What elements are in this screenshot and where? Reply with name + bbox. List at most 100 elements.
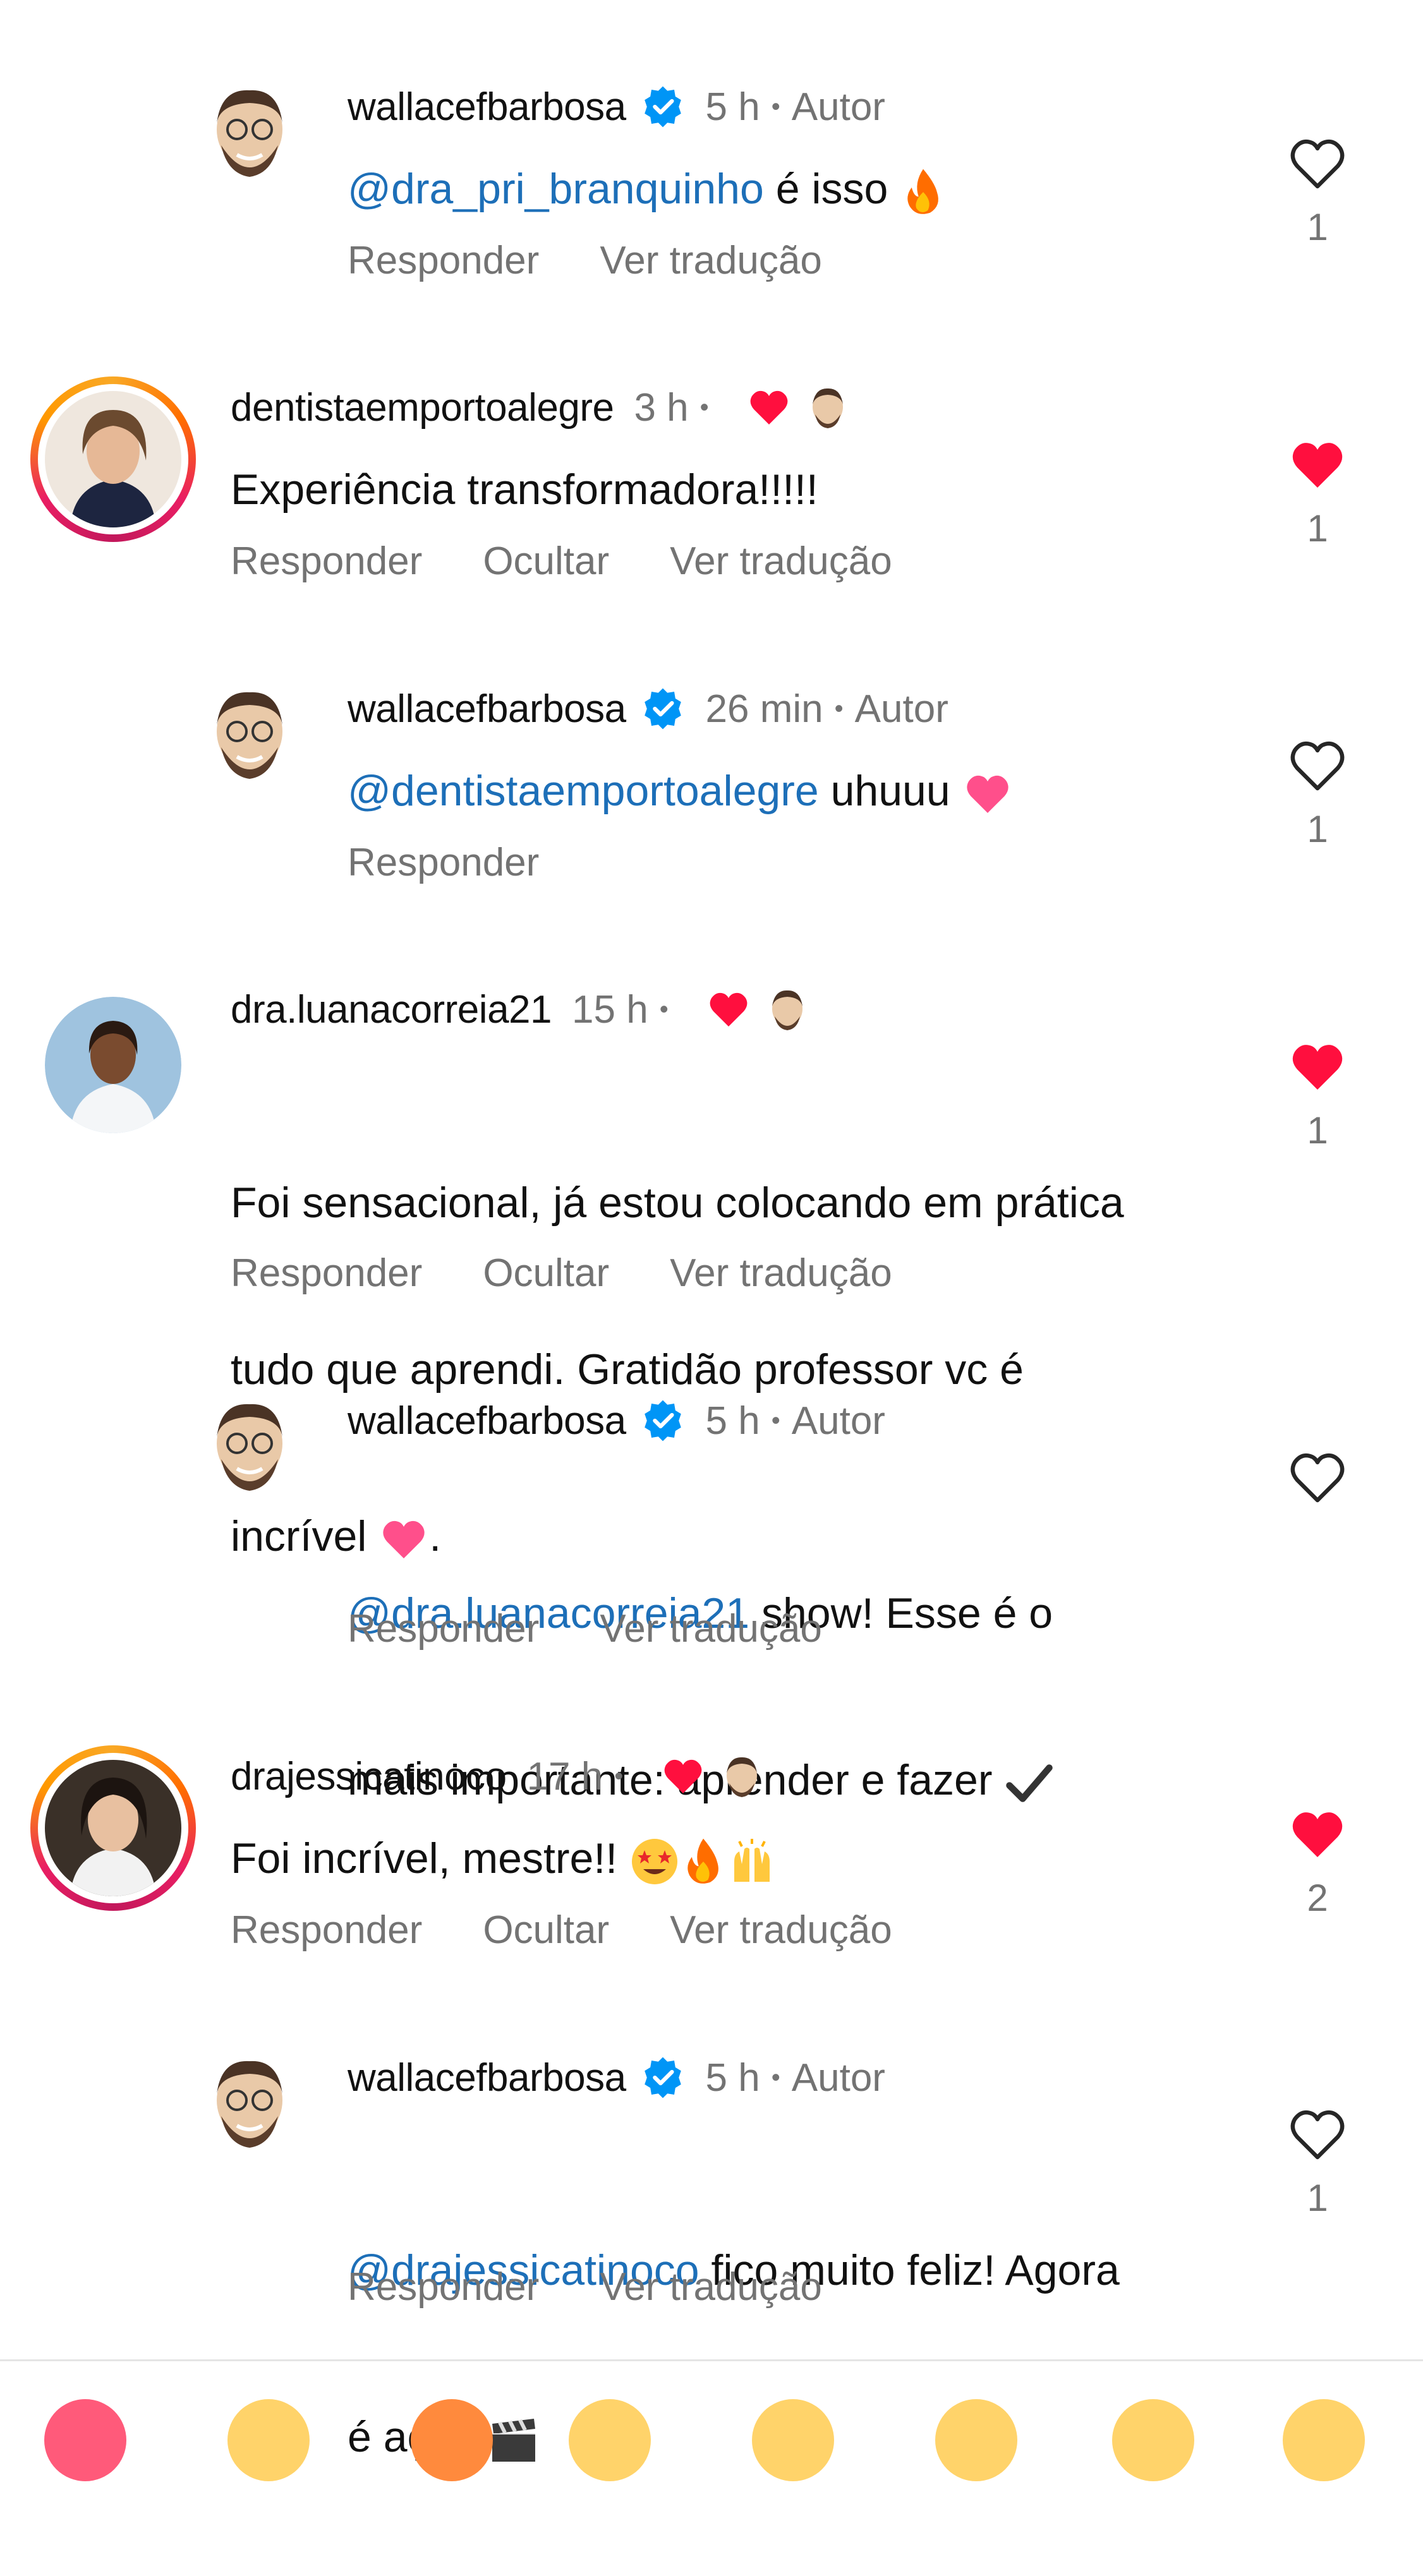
fire-reaction-icon[interactable]	[411, 2399, 493, 2481]
username[interactable]: wallacefbarbosa	[348, 1399, 626, 1443]
comment-text: Experiência transformadora!!!!!	[231, 466, 818, 514]
verified-badge-icon	[644, 2057, 681, 2098]
timestamp: 5 h	[705, 85, 760, 129]
comment-actions: Responder Ver tradução	[348, 1606, 883, 1651]
verified-badge-icon	[644, 688, 681, 730]
timestamp: 3 h	[634, 385, 689, 430]
comment-meta: dentistaemportoalegre 3 h •	[231, 379, 847, 436]
emoji-quick-reaction-bar	[0, 2359, 1423, 2481]
comment-meta: wallacefbarbosa 5 h • Autor	[348, 1392, 885, 1449]
avatar[interactable]	[209, 85, 291, 190]
heart-eyes-reaction-icon[interactable]	[935, 2399, 1017, 2481]
crying-face-reaction-icon[interactable]	[752, 2399, 834, 2481]
author-label: Autor	[791, 1399, 885, 1443]
reply-button[interactable]: Responder	[231, 1251, 422, 1296]
like-control: 2	[1286, 1807, 1349, 1920]
see-translation-button[interactable]: Ver tradução	[600, 238, 822, 283]
username[interactable]: dra.luanacorreia21	[231, 987, 552, 1032]
hide-button[interactable]: Ocultar	[483, 539, 609, 584]
comment-actions: Responder Ocultar Ver tradução	[231, 539, 953, 584]
laughing-face-reaction-icon[interactable]	[1283, 2399, 1365, 2481]
like-count: 1	[1307, 808, 1328, 850]
avatar[interactable]	[209, 1399, 291, 1503]
verified-badge-icon	[644, 1400, 681, 1441]
reply-button[interactable]: Responder	[231, 539, 422, 584]
avatar[interactable]	[209, 687, 291, 791]
like-control: 1	[1286, 136, 1349, 249]
timestamp: 17 h	[526, 1754, 603, 1798]
avatar-story-ring[interactable]	[30, 376, 196, 542]
like-count: 1	[1307, 507, 1328, 550]
timestamp: 26 min	[705, 687, 823, 731]
heart-filled-icon[interactable]	[1287, 1039, 1348, 1095]
reply-button[interactable]: Responder	[348, 2265, 539, 2309]
separator-dot: •	[771, 1406, 780, 1435]
author-label: Autor	[854, 687, 948, 731]
like-count: 1	[1307, 2177, 1328, 2219]
comment-actions: Responder	[348, 840, 600, 885]
separator-dot: •	[771, 2063, 780, 2091]
hide-button[interactable]: Ocultar	[483, 1908, 609, 1953]
username[interactable]: wallacefbarbosa	[348, 2055, 626, 2100]
like-control	[1286, 1450, 1349, 1519]
username[interactable]: dentistaemportoalegre	[231, 385, 614, 430]
avatar	[45, 391, 181, 527]
comment-actions: Responder Ocultar Ver tradução	[231, 1251, 953, 1296]
comment-meta: dra.luanacorreia21 15 h •	[231, 981, 806, 1038]
hide-button[interactable]: Ocultar	[483, 1251, 609, 1296]
see-translation-button[interactable]: Ver tradução	[670, 1251, 892, 1296]
clapper-board-emoji-icon	[492, 2419, 536, 2462]
like-count: 1	[1307, 1109, 1328, 1152]
author-liked-heart-icon	[710, 992, 748, 1026]
clap-reaction-icon[interactable]	[569, 2399, 651, 2481]
username[interactable]: drajessicatinoco	[231, 1754, 507, 1799]
see-translation-button[interactable]: Ver tradução	[670, 1908, 892, 1953]
comment-meta: drajessicatinoco 17 h •	[231, 1748, 761, 1805]
verified-badge-icon	[644, 86, 681, 128]
like-control: 1	[1286, 738, 1349, 851]
separator-dot: •	[614, 1762, 624, 1790]
author-label: Autor	[791, 85, 885, 129]
avatar-story-ring[interactable]	[30, 1745, 196, 1911]
timestamp: 15 h	[572, 987, 648, 1032]
like-count: 2	[1307, 1877, 1328, 1919]
heart-outline-icon[interactable]	[1287, 738, 1348, 793]
raised-hands-reaction-icon[interactable]	[227, 2399, 310, 2481]
comment-text: @drajessicatinoco fico muito feliz! Agor…	[348, 2131, 1120, 2576]
author-label: Autor	[791, 2055, 885, 2100]
comment-actions: Responder Ver tradução	[348, 2265, 883, 2309]
author-liked-heart-icon	[664, 1759, 702, 1793]
see-translation-button[interactable]: Ver tradução	[600, 1606, 822, 1651]
heart-reaction-icon[interactable]	[44, 2399, 126, 2481]
check-mark-emoji-icon	[1006, 1764, 1053, 1802]
username[interactable]: wallacefbarbosa	[348, 85, 626, 129]
like-control: 1	[1286, 2107, 1349, 2220]
separator-dot: •	[659, 995, 669, 1023]
author-liked-heart-icon	[750, 390, 788, 424]
heart-outline-icon[interactable]	[1287, 136, 1348, 191]
see-translation-button[interactable]: Ver tradução	[670, 539, 892, 584]
mention-link[interactable]: @dentistaemportoalegre	[348, 767, 819, 815]
heart-filled-icon[interactable]	[1287, 1807, 1348, 1862]
heart-outline-icon[interactable]	[1287, 1450, 1348, 1505]
star-eyes-emoji-icon	[632, 1839, 678, 1885]
heart-outline-icon[interactable]	[1287, 2107, 1348, 2162]
heart-filled-icon[interactable]	[1287, 437, 1348, 493]
timestamp: 5 h	[705, 2055, 760, 2100]
reply-button[interactable]: Responder	[348, 840, 539, 885]
like-control: 1	[1286, 1039, 1349, 1152]
avatar[interactable]	[209, 2056, 291, 2160]
reply-button[interactable]: Responder	[231, 1908, 422, 1953]
like-count: 1	[1307, 206, 1328, 248]
reply-button[interactable]: Responder	[348, 238, 539, 283]
mention-link[interactable]: @dra_pri_branquinho	[348, 165, 764, 213]
username[interactable]: wallacefbarbosa	[348, 687, 626, 731]
reply-button[interactable]: Responder	[348, 1606, 539, 1651]
timestamp: 5 h	[705, 1399, 760, 1443]
pink-heart-emoji-icon	[966, 775, 1008, 814]
avatar[interactable]	[45, 997, 181, 1133]
separator-dot: •	[699, 393, 709, 421]
surprised-face-reaction-icon[interactable]	[1112, 2399, 1194, 2481]
separator-dot: •	[834, 694, 844, 723]
see-translation-button[interactable]: Ver tradução	[600, 2265, 822, 2309]
